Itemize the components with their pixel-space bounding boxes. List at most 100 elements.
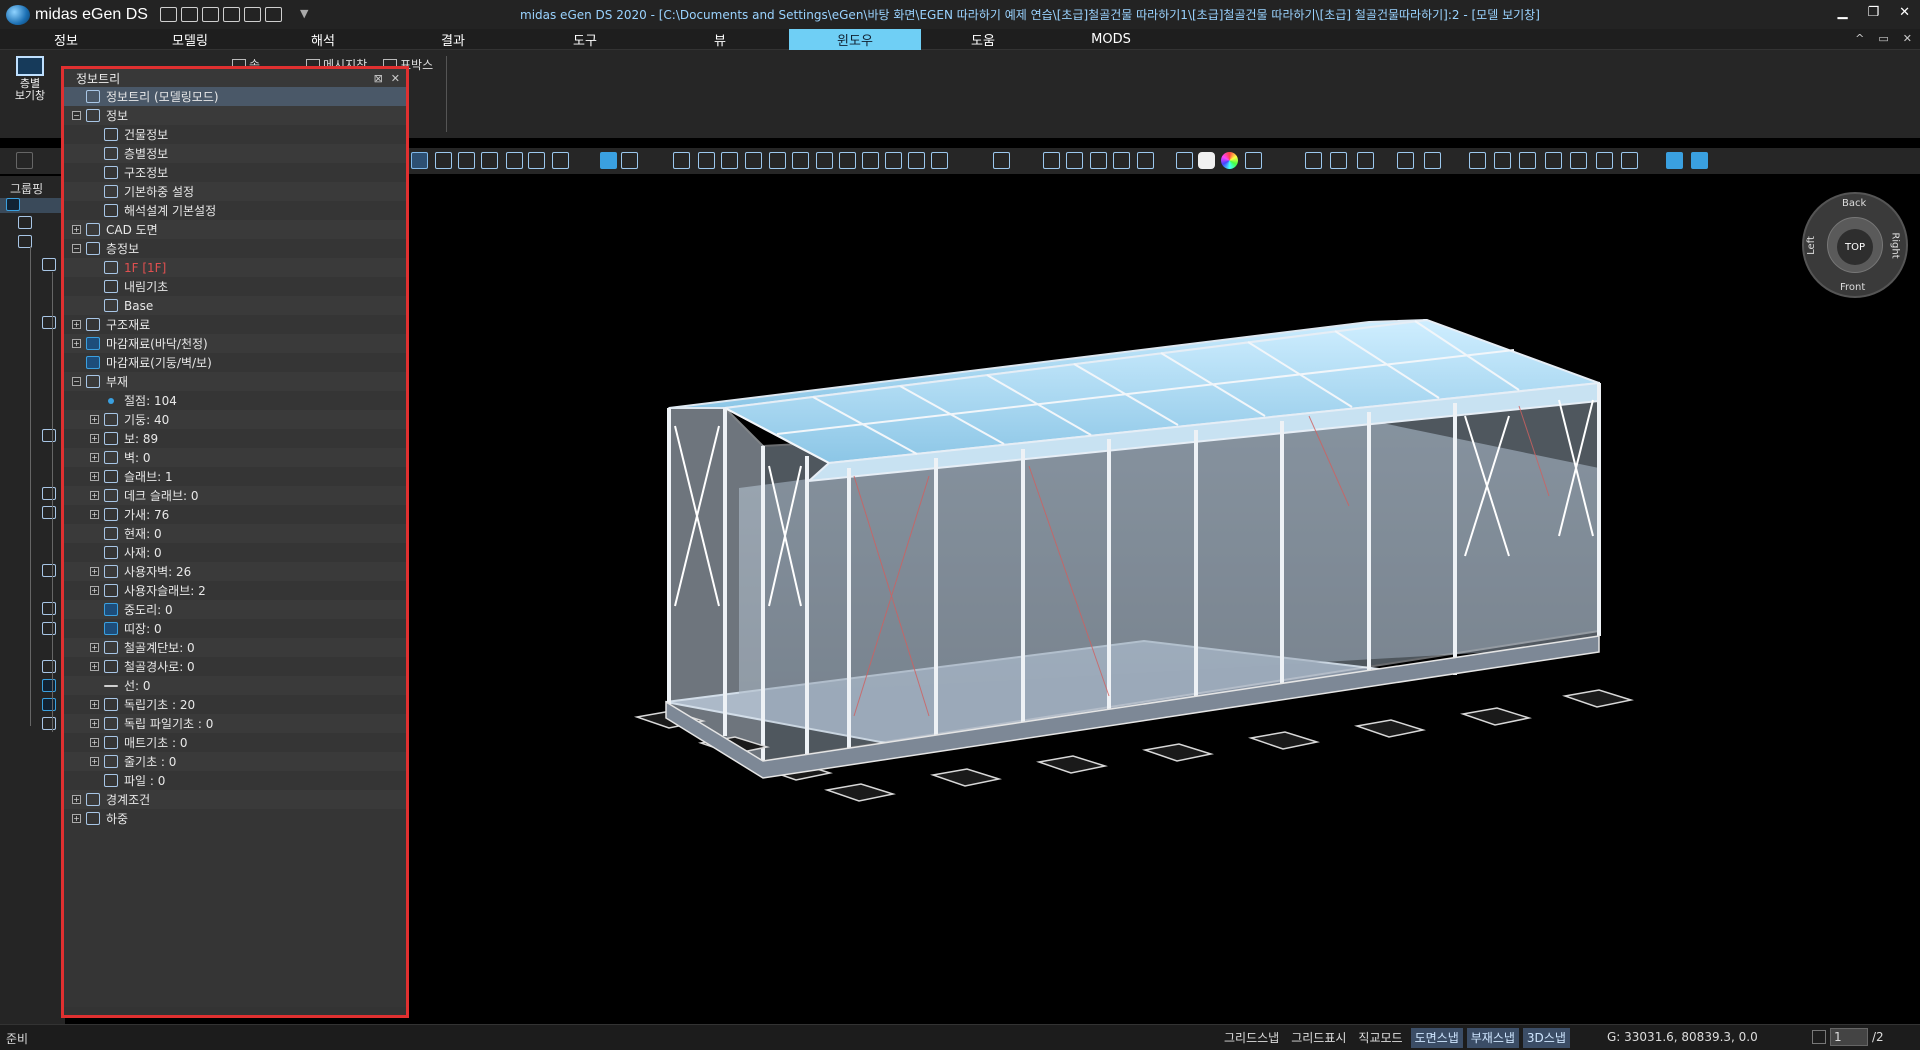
- tree-row[interactable]: + 독립 파일기초 : 0: [64, 714, 406, 733]
- minimize-button[interactable]: ▁: [1837, 5, 1847, 20]
- tree-row[interactable]: + 슬래브: 1: [64, 467, 406, 486]
- open-file-icon[interactable]: [181, 7, 198, 22]
- expand-icon[interactable]: +: [72, 339, 81, 348]
- tree-row[interactable]: 파일 : 0: [64, 771, 406, 790]
- page-number-input[interactable]: 1: [1830, 1028, 1868, 1046]
- tree-row[interactable]: + 하중: [64, 809, 406, 828]
- tree-row[interactable]: − 부재: [64, 372, 406, 391]
- rotate-view-icon[interactable]: [673, 152, 690, 169]
- page-checkbox[interactable]: [1812, 1030, 1826, 1044]
- expand-icon[interactable]: +: [90, 643, 99, 652]
- back-view-icon[interactable]: [1519, 152, 1536, 169]
- dimension-icon[interactable]: [1305, 152, 1322, 169]
- tree-row[interactable]: 중도리: 0: [64, 600, 406, 619]
- tree-row[interactable]: 1F [1F]: [64, 258, 406, 277]
- expand-icon[interactable]: +: [72, 795, 81, 804]
- navcube-right-label[interactable]: Right: [1890, 232, 1901, 258]
- expand-icon[interactable]: +: [72, 814, 81, 823]
- expand-icon[interactable]: +: [90, 415, 99, 424]
- menu-tools[interactable]: 도구: [519, 29, 651, 50]
- navcube-top-button[interactable]: TOP: [1837, 229, 1873, 265]
- fit-icon[interactable]: [1198, 152, 1215, 169]
- tree-row[interactable]: 마감재료(기둥/벽/보): [64, 353, 406, 372]
- split-h-icon[interactable]: [1666, 152, 1683, 169]
- right-view-icon[interactable]: [1570, 152, 1587, 169]
- close-panel-button[interactable]: ✕: [391, 72, 400, 85]
- collapse-icon[interactable]: −: [72, 111, 81, 120]
- tree-row[interactable]: + 철골경사로: 0: [64, 657, 406, 676]
- hidden-icon[interactable]: [862, 152, 879, 169]
- view-navigation-cube[interactable]: TOP Back Front Left Right: [1802, 192, 1908, 298]
- story-view-button[interactable]: 층별 보기창: [8, 56, 52, 102]
- zoom-window-icon[interactable]: [698, 152, 715, 169]
- model-viewport[interactable]: [409, 176, 1920, 1024]
- tree-row[interactable]: + 마감재료(바닥/천정): [64, 334, 406, 353]
- expand-icon[interactable]: +: [90, 567, 99, 576]
- snap-edge-icon[interactable]: [621, 152, 638, 169]
- redraw-icon[interactable]: [1113, 152, 1130, 169]
- menu-window[interactable]: 윈도우: [789, 29, 921, 50]
- collapse-icon[interactable]: −: [72, 244, 81, 253]
- grid-icon[interactable]: [1357, 152, 1374, 169]
- expand-icon[interactable]: +: [90, 700, 99, 709]
- tree-row[interactable]: 절점: 104: [64, 391, 406, 410]
- tree-row[interactable]: 기본하중 설정: [64, 182, 406, 201]
- undo-icon[interactable]: [16, 152, 33, 169]
- expand-icon[interactable]: +: [90, 719, 99, 728]
- tree-row[interactable]: + 줄기초 : 0: [64, 752, 406, 771]
- collapse-ribbon-button[interactable]: ^: [1855, 32, 1864, 45]
- tree-row[interactable]: 사재: 0: [64, 543, 406, 562]
- split-v-icon[interactable]: [1691, 152, 1708, 169]
- menu-modeling[interactable]: 모델링: [124, 29, 256, 50]
- select-line-icon[interactable]: [552, 152, 569, 169]
- expand-icon[interactable]: +: [90, 662, 99, 671]
- capture-icon[interactable]: [265, 7, 282, 22]
- new-file-icon[interactable]: [160, 7, 177, 22]
- tree-row[interactable]: + 가새: 76: [64, 505, 406, 524]
- table-icon[interactable]: [1397, 152, 1414, 169]
- list-icon[interactable]: [1424, 152, 1441, 169]
- tree-row[interactable]: − 층정보: [64, 239, 406, 258]
- expand-icon[interactable]: +: [90, 453, 99, 462]
- snap-toggle-button[interactable]: 그리드표시: [1287, 1028, 1350, 1048]
- iso-view-icon[interactable]: [1469, 152, 1486, 169]
- navcube-left-label[interactable]: Left: [1806, 236, 1817, 255]
- select-previous-icon[interactable]: [481, 152, 498, 169]
- display-icon[interactable]: [931, 152, 948, 169]
- menu-view[interactable]: 뷰: [654, 29, 786, 50]
- snap-node-icon[interactable]: [600, 152, 617, 169]
- tree-row[interactable]: + 독립기초 : 20: [64, 695, 406, 714]
- menu-help[interactable]: 도움: [917, 29, 1049, 50]
- select-poly-icon[interactable]: [528, 152, 545, 169]
- print-icon[interactable]: [223, 7, 240, 22]
- expand-icon[interactable]: +: [90, 757, 99, 766]
- menu-info[interactable]: 정보: [0, 29, 132, 50]
- close-doc-button[interactable]: ✕: [1903, 32, 1912, 45]
- tree-row[interactable]: + 구조재료: [64, 315, 406, 334]
- tree-row[interactable]: + 매트기초 : 0: [64, 733, 406, 752]
- snap-toggle-button[interactable]: 부재스냅: [1466, 1028, 1519, 1048]
- select-window-icon[interactable]: [435, 152, 452, 169]
- tree-row[interactable]: 층별정보: [64, 144, 406, 163]
- tree-row[interactable]: 정보트리 (모델링모드): [64, 87, 406, 106]
- expand-icon[interactable]: +: [90, 491, 99, 500]
- expand-icon[interactable]: +: [72, 320, 81, 329]
- unselect-icon[interactable]: [458, 152, 475, 169]
- expand-icon[interactable]: +: [90, 434, 99, 443]
- tree-row[interactable]: + CAD 도면: [64, 220, 406, 239]
- expand-icon[interactable]: +: [90, 586, 99, 595]
- snap-toggle-button[interactable]: 3D스냅: [1522, 1028, 1570, 1048]
- refresh-icon[interactable]: [1090, 152, 1107, 169]
- select-all-icon[interactable]: [506, 152, 523, 169]
- tree-row[interactable]: 띠장: 0: [64, 619, 406, 638]
- snap-toggle-button[interactable]: 그리드스냅: [1220, 1028, 1283, 1048]
- restore-button[interactable]: ❐: [1867, 5, 1879, 20]
- tree-row[interactable]: + 보: 89: [64, 429, 406, 448]
- tree-row[interactable]: + 데크 슬래브: 0: [64, 486, 406, 505]
- measure-icon[interactable]: [885, 152, 902, 169]
- bottom-view-icon[interactable]: [1621, 152, 1638, 169]
- navcube-front-label[interactable]: Front: [1840, 282, 1865, 293]
- tree-row[interactable]: + 경계조건: [64, 790, 406, 809]
- tree-row[interactable]: 구조정보: [64, 163, 406, 182]
- snap-toggle-button[interactable]: 도면스냅: [1410, 1028, 1463, 1048]
